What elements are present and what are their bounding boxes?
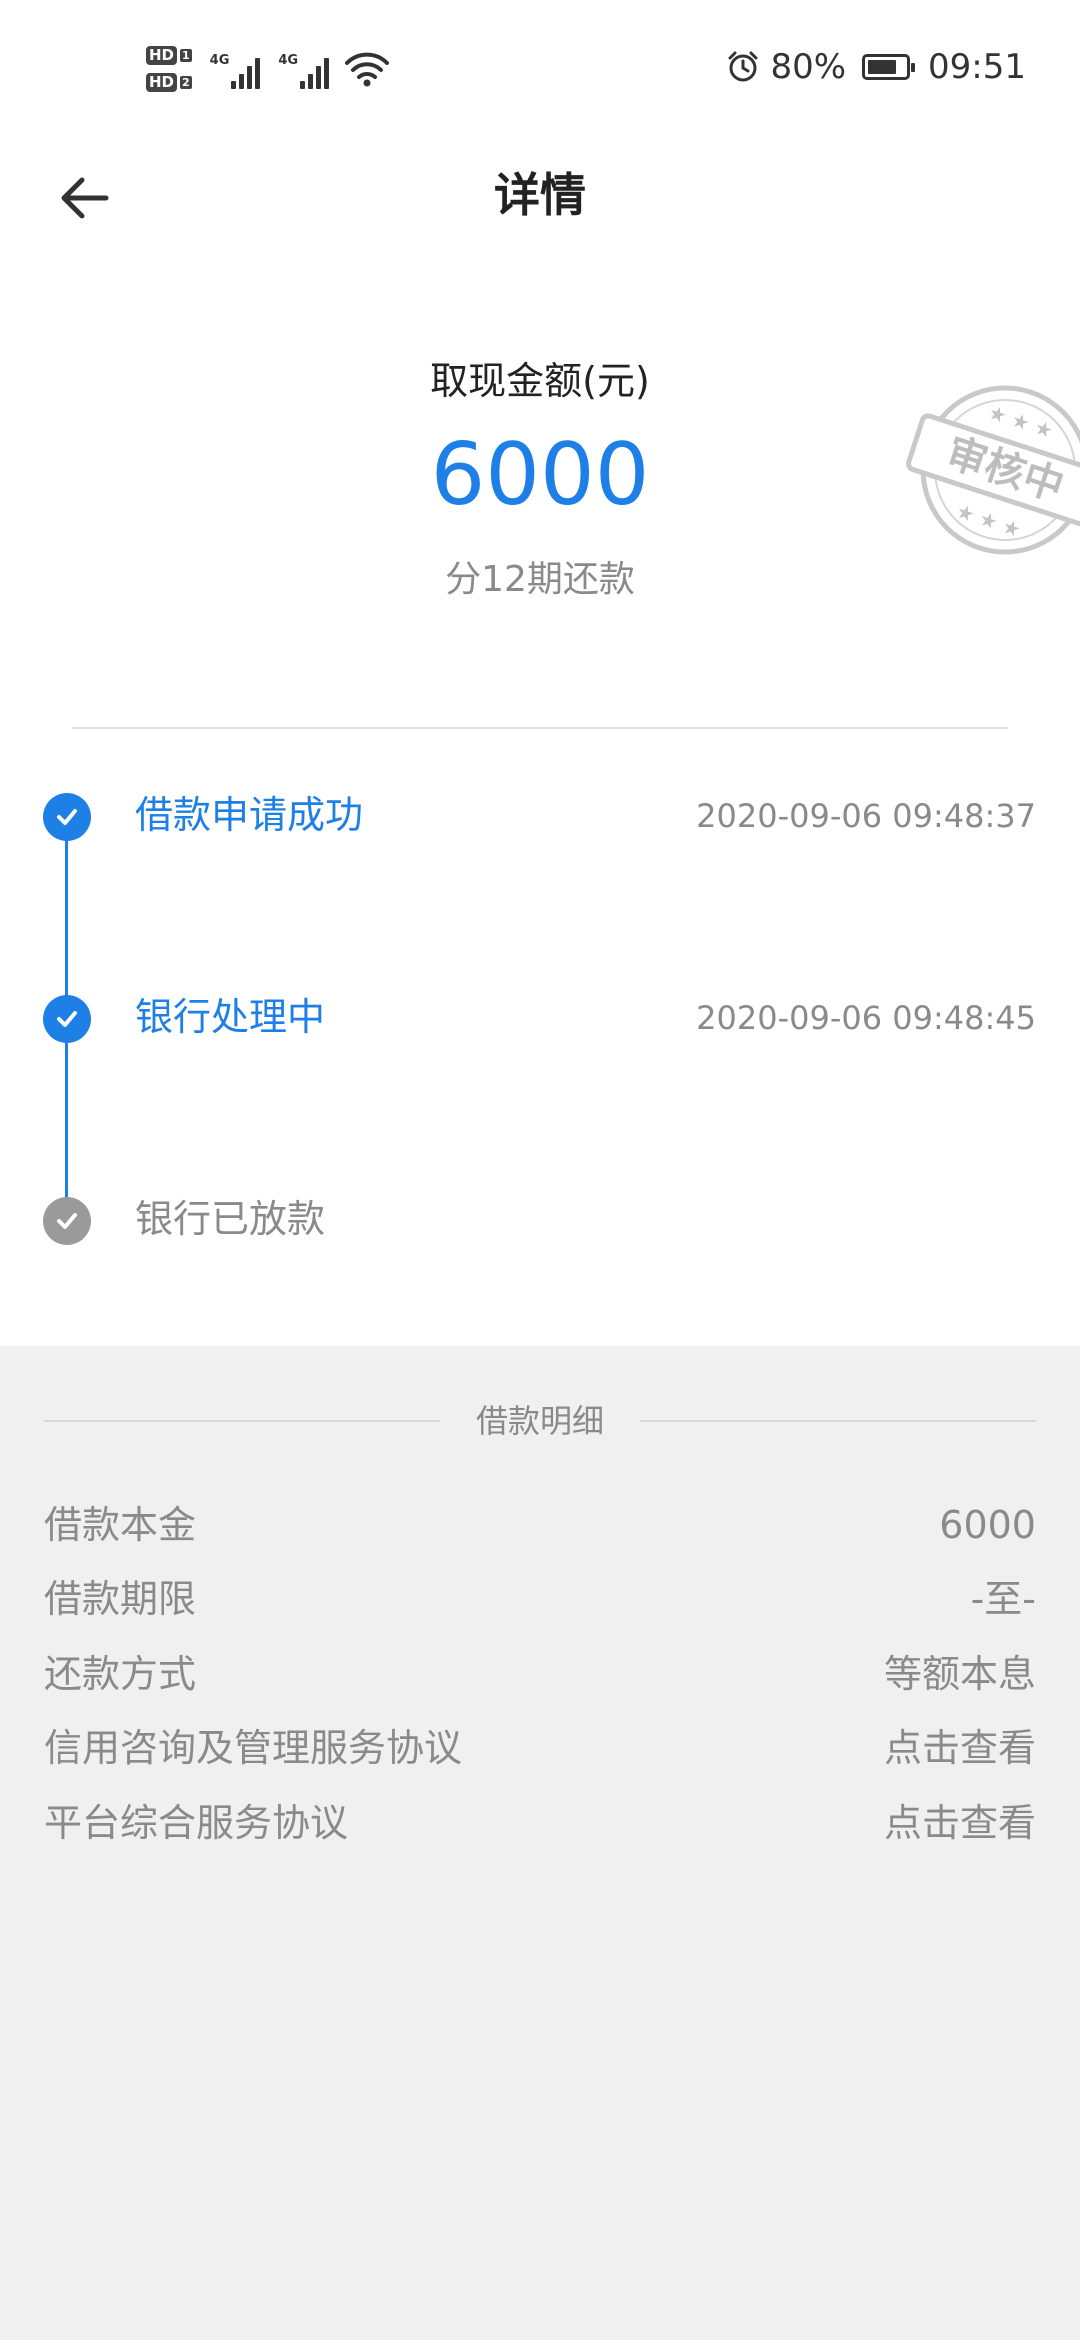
hd2-icon: HD: [146, 73, 178, 92]
timeline-step-disbursed: 银行已放款: [0, 1190, 1080, 1250]
view-credit-agreement-link[interactable]: 点击查看: [884, 1720, 1036, 1776]
detail-label: 信用咨询及管理服务协议: [44, 1726, 463, 1770]
hd2-sub: 2: [180, 76, 192, 89]
view-platform-agreement-link[interactable]: 点击查看: [884, 1795, 1036, 1851]
detail-row-platform-agreement[interactable]: 平台综合服务协议 点击查看: [44, 1795, 1036, 1851]
check-icon: [43, 995, 91, 1043]
step-label: 银行处理中: [135, 995, 326, 1039]
svg-text:★ ★ ★: ★ ★ ★: [953, 499, 1024, 542]
network-type-1: 4G: [209, 53, 230, 68]
alarm-clock-icon: [728, 51, 758, 82]
page-title: 详情: [494, 168, 586, 222]
section-divider-right: [640, 1420, 1036, 1422]
step-label: 银行已放款: [135, 1197, 326, 1241]
check-icon: [43, 1197, 91, 1245]
signal-bars-1-icon: [231, 55, 261, 89]
detail-value: -至-: [970, 1577, 1036, 1621]
hd1-badge: HD 1: [146, 46, 192, 65]
detail-value: 6000: [939, 1503, 1036, 1547]
hd1-sub: 1: [180, 49, 192, 62]
check-icon: [43, 793, 91, 841]
status-bar-left: HD 1 HD 2 4G 4G: [146, 34, 390, 104]
detail-value: 等额本息: [883, 1652, 1036, 1696]
review-stamp-icon: 审核中 ★ ★ ★ ★ ★ ★: [906, 385, 1080, 555]
detail-row-credit-agreement[interactable]: 信用咨询及管理服务协议 点击查看: [44, 1720, 1036, 1776]
battery-icon: [862, 54, 916, 80]
timeline-step-applied: 借款申请成功 2020-09-06 09:48:37: [0, 786, 1080, 846]
loan-details-header: 借款明细: [44, 1396, 1036, 1446]
detail-row-principal: 借款本金 6000: [44, 1497, 1036, 1553]
network-type-2: 4G: [278, 53, 299, 68]
timeline-step-processing: 银行处理中 2020-09-06 09:48:45: [0, 988, 1080, 1048]
nav-header: 详情: [0, 130, 1080, 260]
step-time: 2020-09-06 09:48:37: [696, 797, 1036, 835]
battery-percent: 80%: [770, 47, 847, 87]
hd2-badge: HD 2: [146, 73, 192, 92]
detail-label: 借款期限: [44, 1577, 197, 1621]
detail-label: 平台综合服务协议: [44, 1801, 349, 1845]
detail-row-repayment: 还款方式 等额本息: [44, 1646, 1036, 1702]
step-label: 借款申请成功: [135, 793, 364, 837]
detail-label: 借款本金: [44, 1503, 197, 1547]
step-time: 2020-09-06 09:48:45: [696, 999, 1036, 1037]
detail-row-term: 借款期限 -至-: [44, 1571, 1036, 1627]
status-bar: HD 1 HD 2 4G 4G 80% 09:51: [0, 0, 1080, 130]
divider: [72, 727, 1008, 729]
hd-indicators: HD 1 HD 2: [146, 46, 192, 92]
signal-1: 4G: [210, 49, 261, 89]
signal-bars-2-icon: [300, 55, 330, 89]
hd1-icon: HD: [146, 46, 178, 65]
signal-2: 4G: [278, 49, 330, 89]
status-bar-right: 80% 09:51: [726, 44, 1026, 90]
detail-label: 还款方式: [44, 1652, 197, 1696]
clock-time: 09:51: [928, 47, 1026, 87]
wifi-icon: [345, 52, 390, 87]
